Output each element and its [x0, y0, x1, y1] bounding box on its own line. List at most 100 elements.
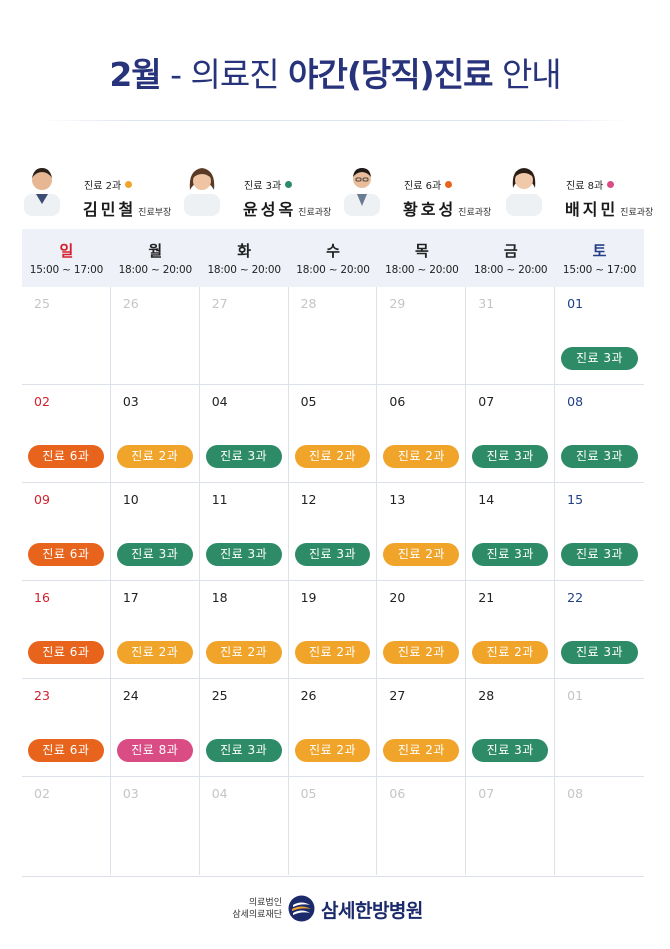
- day-number: 29: [389, 296, 406, 311]
- calendar-day-cell: 16 진료 6과: [22, 581, 111, 679]
- weekday-label: 월: [148, 242, 163, 260]
- foundation-label: 의료법인 삼세의료재단: [212, 897, 282, 921]
- doctor-name: 배지민 진료과장: [565, 200, 654, 219]
- doctor-photo: [24, 168, 60, 216]
- day-number: 26: [300, 688, 317, 703]
- day-number: 28: [300, 296, 317, 311]
- weekday-cell: 수 18:00 ~ 20:00: [289, 229, 378, 287]
- day-number: 04: [211, 786, 228, 801]
- day-number: 19: [300, 590, 317, 605]
- weekday-cell: 일 15:00 ~ 17:00: [22, 229, 111, 287]
- calendar-day-cell: 01 진료 3과: [555, 287, 644, 385]
- day-number: 06: [389, 394, 406, 409]
- calendar-day-cell: 28: [288, 287, 378, 385]
- calendar-day-cell: 07: [466, 777, 556, 875]
- day-number: 12: [300, 492, 317, 507]
- calendar-day-cell: 17 진료 2과: [110, 581, 200, 679]
- doctor-name: 황호성 진료과장: [403, 200, 492, 219]
- doctor-photo: [506, 168, 542, 216]
- calendar-day-cell: 06: [377, 777, 467, 875]
- calendar-day-cell: 04: [200, 777, 289, 875]
- day-number: 10: [122, 492, 139, 507]
- dept-color-dot: [445, 181, 453, 188]
- calendar-day-cell: 11 진료 3과: [199, 483, 289, 581]
- duty-badge: 진료 3과: [205, 543, 282, 566]
- day-number: 21: [478, 590, 495, 605]
- day-number: 07: [478, 394, 495, 409]
- duty-badge: 진료 3과: [294, 543, 371, 566]
- calendar-day-cell: 20 진료 2과: [377, 581, 467, 679]
- day-number: 11: [211, 492, 228, 507]
- duty-badge: 진료 2과: [294, 445, 371, 468]
- calendar-day-cell: 29: [377, 287, 467, 385]
- day-number: 07: [478, 786, 495, 801]
- duty-badge: 진료 3과: [472, 445, 549, 468]
- day-number: 25: [34, 296, 50, 311]
- calendar-day-cell: 10 진료 3과: [110, 483, 200, 581]
- calendar-day-cell: 25 진료 3과: [199, 679, 289, 777]
- title-divider: [40, 120, 630, 121]
- calendar-day-cell: 31: [466, 287, 556, 385]
- foundation-line2: 삼세의료재단: [232, 910, 282, 920]
- doctor-list: 진료 2과 김민철 진료부장 진료 3과 윤성옥 진료과장 진료 6과 황호성 진료과…: [22, 158, 653, 220]
- calendar-day-cell: 07 진료 3과: [466, 385, 556, 483]
- day-number: 04: [211, 394, 228, 409]
- weekday-label: 금: [503, 242, 518, 260]
- footer: 의료법인 삼세의료재단 삼세한방병원: [0, 890, 670, 930]
- calendar-day-cell: 12 진료 3과: [288, 483, 378, 581]
- calendar-day-cell: 13 진료 2과: [377, 483, 467, 581]
- calendar-day-cell: 06 진료 2과: [377, 385, 467, 483]
- doctor-card: 진료 2과 김민철 진료부장: [22, 158, 182, 220]
- duty-badge: 진료 2과: [383, 543, 460, 566]
- calendar-day-cell: 26: [110, 287, 200, 385]
- duty-badge: 진료 8과: [116, 739, 193, 762]
- day-number: 15: [567, 492, 584, 507]
- weekday-label: 수: [326, 242, 340, 260]
- calendar-day-cell: 21 진료 2과: [466, 581, 556, 679]
- day-number: 14: [478, 492, 495, 507]
- calendar-day-cell: 08: [555, 777, 644, 875]
- duty-badge: 진료 2과: [116, 445, 193, 468]
- doctor-role: 진료과장: [620, 208, 654, 218]
- weekday-hours: 15:00 ~ 17:00: [562, 264, 637, 276]
- hospital-name: 삼세한방병원: [321, 900, 423, 922]
- calendar-day-cell: 27 진료 2과: [377, 679, 467, 777]
- calendar-day-cell: 15 진료 3과: [555, 483, 644, 581]
- doctor-photo: [344, 168, 380, 216]
- day-number: 03: [122, 394, 139, 409]
- doctor-dept: 진료 8과: [566, 177, 615, 192]
- day-number: 25: [211, 688, 228, 703]
- doctor-card: 진료 8과 배지민 진료과장: [504, 158, 664, 220]
- calendar-grid: 25 26 27 28 29 31 01 진료 3과 02 진료 6과 03 진료 2과 04 진료 3과…: [22, 287, 644, 875]
- calendar-day-cell: 04 진료 3과: [199, 385, 289, 483]
- day-number: 24: [122, 688, 139, 703]
- calendar-day-cell: 23 진료 6과: [22, 679, 111, 777]
- title-month: 2월: [109, 55, 161, 94]
- weekday-hours: 15:00 ~ 17:00: [29, 264, 104, 276]
- duty-badge: 진료 3과: [561, 347, 638, 370]
- doctor-role: 진료과장: [298, 208, 332, 218]
- duty-badge: 진료 2과: [294, 641, 371, 664]
- duty-badge: 진료 2과: [383, 445, 460, 468]
- doctor-photo: [184, 168, 220, 216]
- title-highlight: 야간(당직)진료: [288, 55, 493, 94]
- calendar-day-cell: 03 진료 2과: [110, 385, 200, 483]
- duty-badge: 진료 2과: [383, 641, 460, 664]
- calendar-day-cell: 05: [289, 777, 378, 875]
- day-number: 28: [478, 688, 495, 703]
- calendar-day-cell: 22 진료 3과: [555, 581, 644, 679]
- day-number: 05: [300, 786, 317, 801]
- duty-badge: 진료 2과: [383, 739, 460, 762]
- title-suffix: 안내: [492, 55, 562, 94]
- dept-color-dot: [125, 181, 133, 188]
- doctor-dept: 진료 6과: [404, 177, 453, 192]
- duty-badge: 진료 2과: [472, 641, 549, 664]
- weekday-hours: 18:00 ~ 20:00: [296, 264, 370, 276]
- duty-badge: 진료 6과: [28, 445, 104, 468]
- duty-badge: 진료 6과: [28, 641, 104, 664]
- calendar-day-cell: 14 진료 3과: [466, 483, 556, 581]
- doctor-role: 진료과장: [458, 208, 492, 218]
- weekday-hours: 18:00 ~ 20:00: [474, 264, 548, 276]
- duty-badge: 진료 3과: [116, 543, 193, 566]
- weekday-label: 목: [414, 242, 429, 260]
